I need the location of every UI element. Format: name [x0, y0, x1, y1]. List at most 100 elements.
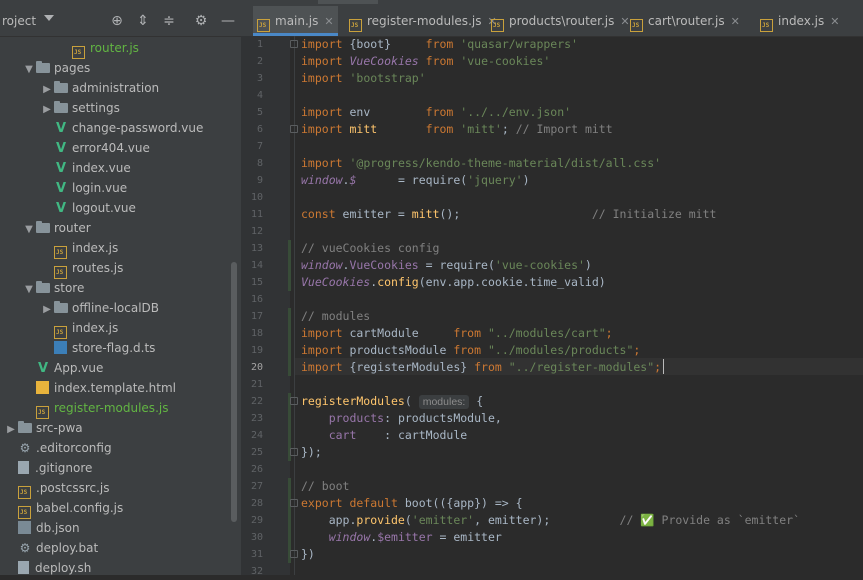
code-token: import	[301, 360, 343, 374]
code-line[interactable]: const emitter = mitt(); // Initialize mi…	[301, 206, 716, 223]
code-line[interactable]: // vueCookies config	[301, 240, 439, 257]
fold-marker-icon[interactable]	[290, 499, 298, 507]
tree-item[interactable]: Vchange-password.vue	[40, 118, 203, 138]
vcs-change-marker[interactable]	[288, 240, 291, 291]
code-line[interactable]: registerModules( modules: {	[301, 393, 483, 410]
tree-item[interactable]: ▼ router	[22, 218, 91, 238]
code-line[interactable]: })	[301, 546, 315, 563]
code-line[interactable]: // modules	[301, 308, 370, 325]
tree-item[interactable]: JS register-modules.js	[22, 398, 168, 419]
code-line[interactable]: import VueCookies from 'vue-cookies'	[301, 53, 550, 70]
gear-icon[interactable]: ⚙	[193, 13, 209, 29]
tree-item[interactable]: store-flag.d.ts	[40, 338, 155, 358]
chevron-down-icon[interactable]	[44, 15, 54, 21]
generic-file-icon	[18, 461, 29, 474]
tree-item[interactable]: .gitignore	[4, 458, 92, 478]
tab-cart-router-js[interactable]: JS cart\router.js ✕	[626, 6, 744, 36]
code-line[interactable]: products: productsModule,	[301, 410, 502, 427]
code-line[interactable]: import productsModule from "../modules/p…	[301, 342, 640, 359]
line-number: 6	[256, 124, 263, 135]
code-token: = require(	[356, 173, 468, 187]
tab-products-router-js[interactable]: JS products\router.js ✕	[487, 6, 634, 36]
tree-item-label: App.vue	[54, 361, 104, 375]
tree-item[interactable]: ▶ src-pwa	[4, 418, 83, 438]
chevron-right-icon[interactable]: ▶	[40, 300, 54, 320]
line-number: 4	[256, 90, 263, 101]
code-line[interactable]: export default boot(({app}) => {	[301, 495, 523, 512]
code-line[interactable]: cart : cartModule	[301, 427, 467, 444]
tab-label: cart\router.js	[648, 14, 725, 28]
tree-item[interactable]: Vlogout.vue	[40, 198, 136, 218]
fold-marker-icon[interactable]	[290, 550, 298, 558]
code-line[interactable]: import cartModule from "../modules/cart"…	[301, 325, 613, 342]
tree-item[interactable]: JS routes.js	[40, 258, 123, 279]
fold-marker-icon[interactable]	[290, 125, 298, 133]
tree-item[interactable]: ▶ administration	[40, 78, 159, 98]
tree-item[interactable]: JS router.js	[58, 38, 139, 59]
tree-item[interactable]: ▼ store	[22, 278, 84, 298]
close-icon[interactable]: ✕	[731, 15, 740, 28]
code-line[interactable]: // boot	[301, 478, 349, 495]
fold-marker-icon[interactable]	[290, 40, 298, 48]
code-line[interactable]: window.$emitter = emitter	[301, 529, 502, 546]
code-line[interactable]: import {boot} from 'quasar/wrappers'	[301, 36, 578, 53]
expand-all-icon[interactable]: ⇕	[135, 13, 151, 29]
hide-panel-icon[interactable]: —	[220, 13, 236, 29]
fold-marker-icon[interactable]	[290, 397, 298, 405]
chevron-down-icon[interactable]: ▼	[22, 220, 36, 240]
chevron-right-icon[interactable]: ▶	[40, 80, 54, 100]
tree-item[interactable]: JS babel.config.js	[4, 498, 123, 519]
close-icon[interactable]: ✕	[324, 15, 333, 28]
code-line[interactable]: VueCookies.config(env.app.cookie.time_va…	[301, 274, 606, 291]
code-line[interactable]: import 'bootstrap'	[301, 70, 426, 87]
close-icon[interactable]: ✕	[830, 15, 839, 28]
code-token: // modules	[301, 309, 371, 323]
tree-item[interactable]: ▶ offline-localDB	[40, 298, 159, 318]
fold-marker-icon[interactable]	[290, 448, 298, 456]
locate-file-icon[interactable]: ⊕	[109, 13, 125, 29]
tree-item[interactable]: db.json	[4, 518, 80, 538]
tab-main-js[interactable]: JS main.js ✕	[253, 6, 338, 36]
tab-register-modules-js[interactable]: JS register-modules.js ✕	[345, 6, 501, 36]
tree-item[interactable]: index.template.html	[22, 378, 176, 398]
code-token: $emitter	[377, 530, 433, 544]
tree-item[interactable]: ▶ settings	[40, 98, 120, 118]
tree-item[interactable]: JS .postcssrc.js	[4, 478, 110, 499]
code-line[interactable]: window.VueCookies = require('vue-cookies…	[301, 257, 592, 274]
chevron-right-icon[interactable]: ▶	[4, 420, 18, 440]
tree-item-label: router.js	[90, 41, 139, 55]
project-scrollbar[interactable]	[231, 262, 237, 522]
gear-file-icon: ⚙	[19, 441, 31, 455]
tree-item[interactable]: ▼ pages	[22, 58, 90, 78]
code-line[interactable]: import env from '../../env.json'	[301, 104, 571, 121]
code-line[interactable]: window.$ = require('jquery')	[301, 172, 530, 189]
code-token: ;	[605, 326, 613, 340]
chevron-down-icon[interactable]: ▼	[22, 280, 36, 300]
tree-item[interactable]: Vindex.vue	[40, 158, 131, 178]
tree-item-label: index.template.html	[54, 381, 176, 395]
tree-item[interactable]: Vlogin.vue	[40, 178, 127, 198]
tree-item[interactable]: V App.vue	[22, 358, 103, 378]
code-token: : cartModule	[356, 428, 468, 442]
vcs-change-marker[interactable]	[288, 308, 291, 376]
code-line[interactable]: app.provide('emitter', emitter); // ✅ Pr…	[301, 512, 800, 529]
code-token: // Initialize mitt	[591, 207, 717, 221]
code-line[interactable]: import {registerModules} from "../regist…	[301, 359, 661, 376]
chevron-right-icon[interactable]: ▶	[40, 100, 54, 120]
tab-label: products\router.js	[509, 14, 615, 28]
tree-item[interactable]: ⚙ .editorconfig	[4, 438, 112, 458]
line-number: 2	[256, 56, 263, 67]
tab-index-js[interactable]: JS index.js ✕	[756, 6, 843, 36]
collapse-all-icon[interactable]: ≑	[161, 13, 177, 29]
project-panel-title[interactable]: roject	[2, 14, 36, 28]
tree-item[interactable]: ⚙ deploy.bat	[4, 538, 99, 558]
code-line[interactable]: import mitt from 'mitt'; // Import mitt	[301, 121, 613, 138]
tree-item[interactable]: deploy.sh	[4, 558, 91, 578]
tree-item[interactable]: JS index.js	[40, 318, 118, 339]
tree-item[interactable]: JS index.js	[40, 238, 118, 259]
tree-item-label: pages	[54, 61, 91, 75]
tree-item[interactable]: Verror404.vue	[40, 138, 150, 158]
code-line[interactable]: import '@progress/kendo-theme-material/d…	[301, 155, 661, 172]
code-line[interactable]: });	[301, 444, 322, 461]
chevron-down-icon[interactable]: ▼	[22, 60, 36, 80]
